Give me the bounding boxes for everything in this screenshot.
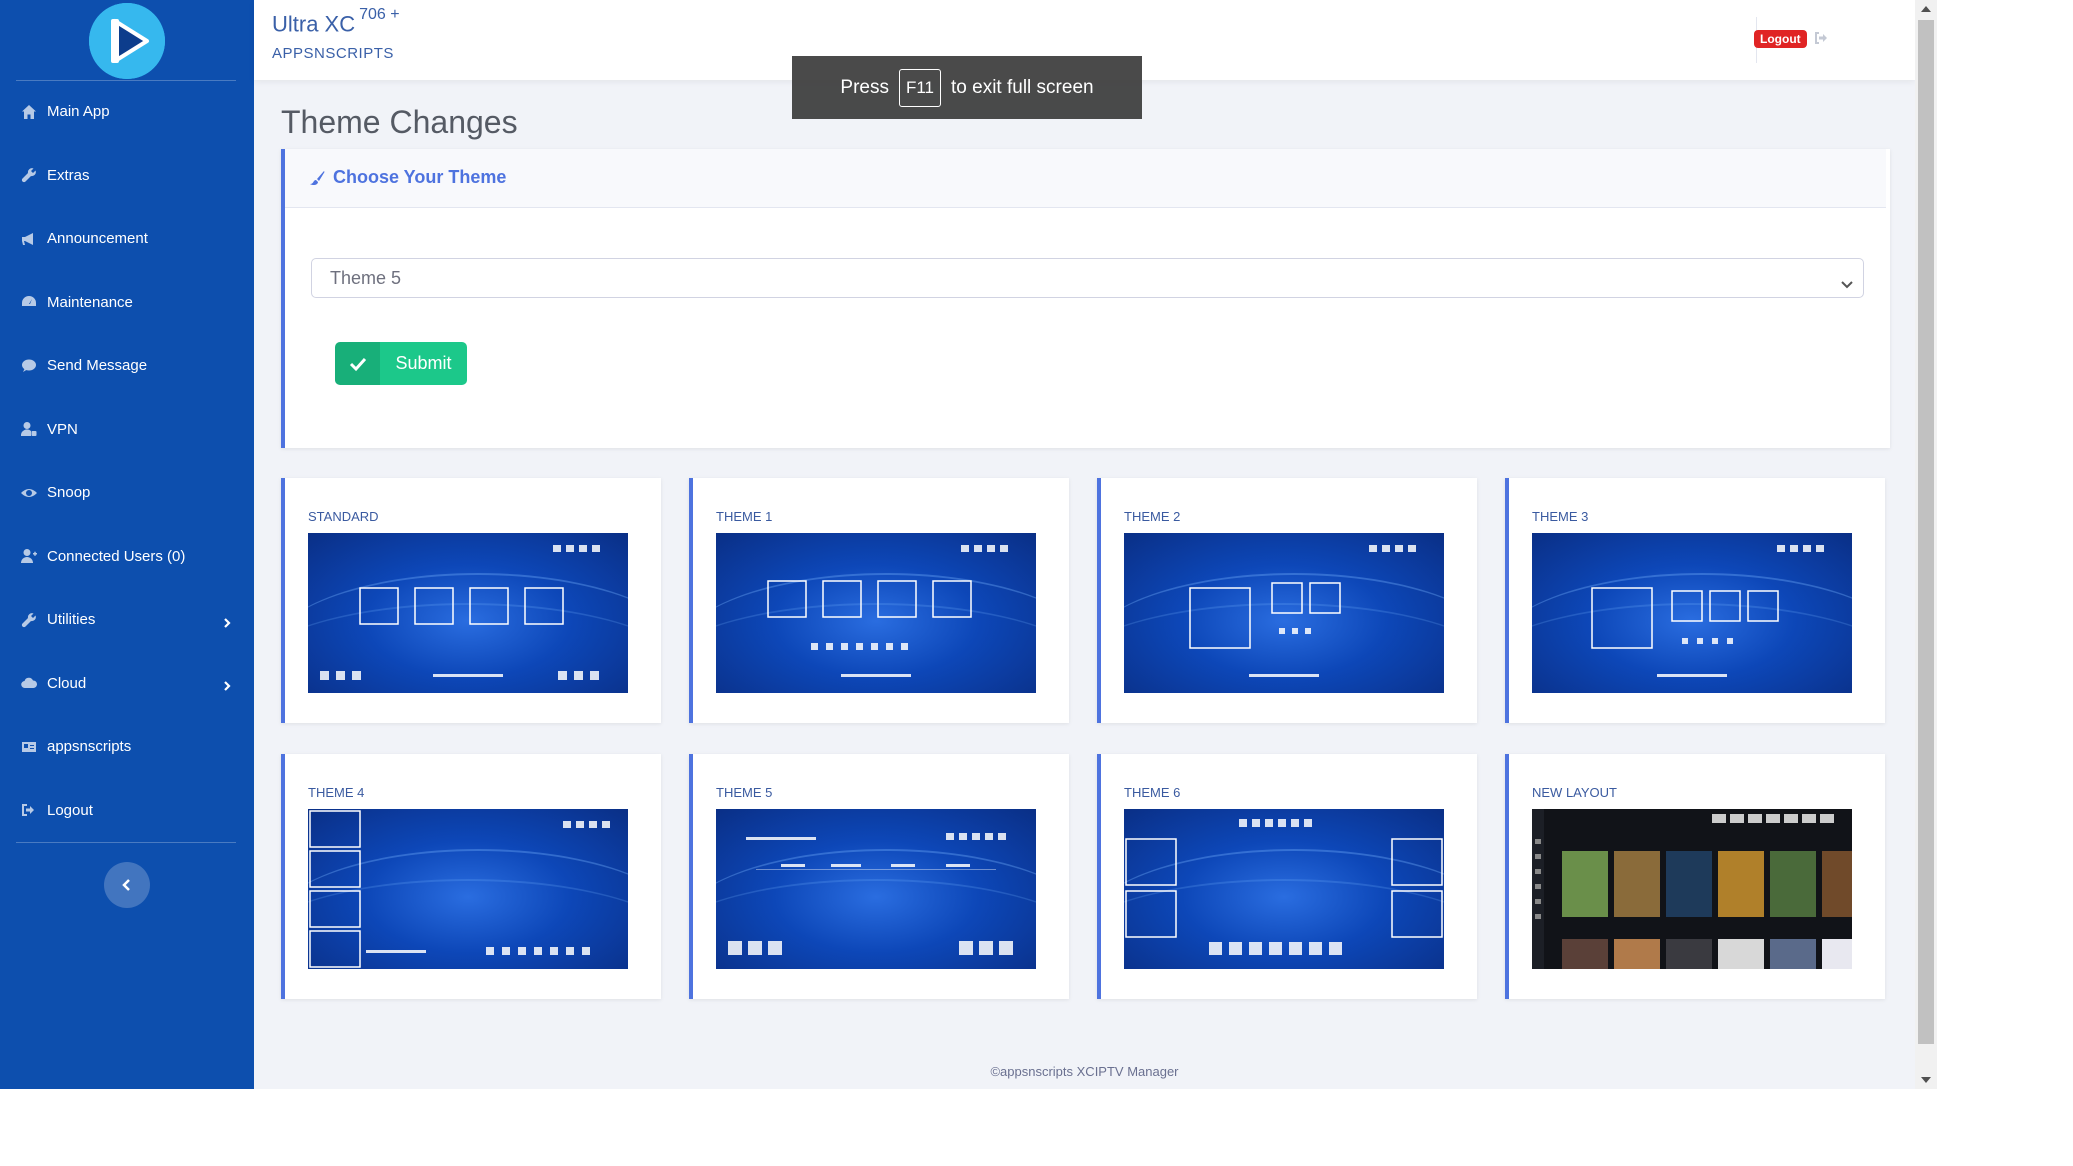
theme-name: THEME 1 — [716, 509, 773, 524]
wrench-icon — [20, 166, 38, 184]
play-logo-icon — [89, 3, 165, 79]
theme-name: STANDARD — [308, 509, 379, 524]
user-plus-icon — [20, 547, 38, 565]
sign-out-icon[interactable] — [1814, 31, 1830, 45]
sidebar-item-cloud[interactable]: Cloud — [0, 652, 254, 716]
sidebar-item-extras[interactable]: Extras — [0, 144, 254, 208]
chat-icon — [20, 357, 38, 375]
sidebar-item-label: Send Message — [47, 357, 148, 375]
sidebar-item-label: Announcement — [47, 230, 148, 248]
card-header: Choose Your Theme — [285, 149, 1886, 208]
gauge-icon — [20, 293, 38, 311]
theme-preview-image — [1124, 533, 1444, 693]
theme-preview-image — [1532, 809, 1852, 969]
card-title-text: Choose Your Theme — [333, 167, 507, 187]
fullscreen-notice-press: Press — [840, 76, 889, 98]
sidebar-divider — [16, 842, 236, 843]
scrollbar-thumb[interactable] — [1918, 20, 1934, 1044]
sidebar-item-main-app[interactable]: Main App — [0, 80, 254, 144]
theme-preview-image — [716, 809, 1036, 969]
theme-card-standard[interactable]: STANDARD — [281, 478, 661, 723]
theme-name: NEW LAYOUT — [1532, 785, 1617, 800]
sidebar-item-label: Logout — [47, 801, 93, 819]
theme-name: THEME 5 — [716, 785, 773, 800]
fullscreen-notice-key: F11 — [898, 68, 942, 107]
theme-name: THEME 6 — [1124, 785, 1181, 800]
app-name: Ultra XC — [272, 11, 356, 37]
scroll-down-arrow-icon[interactable] — [1921, 1077, 1931, 1083]
sidebar-item-announcement[interactable]: Announcement — [0, 207, 254, 271]
id-card-icon — [20, 738, 38, 756]
theme-card-theme-2[interactable]: THEME 2 — [1097, 478, 1477, 723]
chevron-down-icon — [1841, 274, 1853, 289]
theme-card-theme-3[interactable]: THEME 3 — [1505, 478, 1885, 723]
check-icon — [335, 342, 380, 385]
sidebar-item-label: Utilities — [47, 611, 96, 629]
chevron-right-icon — [222, 615, 232, 628]
app-title: Ultra XC 706 + — [272, 6, 400, 37]
theme-name: THEME 3 — [1532, 509, 1589, 524]
theme-card-theme-5[interactable]: THEME 5 — [689, 754, 1069, 999]
theme-preview-image — [716, 533, 1036, 693]
sidebar-item-label: Extras — [47, 166, 90, 184]
sidebar-item-appsnscripts[interactable]: appsnscripts — [0, 715, 254, 779]
home-icon — [20, 103, 38, 121]
sidebar-item-connected-users[interactable]: Connected Users (0) — [0, 525, 254, 589]
sidebar-item-vpn[interactable]: VPN — [0, 398, 254, 462]
chevron-right-icon — [222, 678, 232, 692]
sidebar-item-maintenance[interactable]: Maintenance — [0, 271, 254, 335]
theme-preview-image — [308, 533, 628, 693]
theme-card-theme-6[interactable]: THEME 6 — [1097, 754, 1477, 999]
wrench-icon — [20, 611, 38, 629]
theme-name: THEME 2 — [1124, 509, 1181, 524]
brand-logo[interactable] — [89, 3, 165, 79]
sidebar-item-label: Cloud — [47, 674, 87, 692]
theme-card-theme-4[interactable]: THEME 4 — [281, 754, 661, 999]
sidebar-item-utilities[interactable]: Utilities — [0, 588, 254, 652]
footer-copyright: ©appsnscripts XCIPTV Manager — [990, 1064, 1179, 1079]
sidebar-item-label: Main App — [47, 103, 110, 121]
sidebar-item-logout[interactable]: Logout — [0, 779, 254, 843]
theme-preview-image — [1532, 533, 1852, 693]
sidebar-item-label: Connected Users (0) — [47, 547, 186, 565]
sign-out-icon — [20, 801, 38, 819]
page-scrollbar[interactable] — [1915, 0, 1937, 1089]
app-version: 706 + — [359, 6, 400, 23]
theme-name: THEME 4 — [308, 785, 365, 800]
paint-brush-icon — [310, 170, 325, 185]
theme-preview-image — [308, 809, 628, 969]
theme-card-theme-1[interactable]: THEME 1 — [689, 478, 1069, 723]
eye-icon — [20, 484, 38, 502]
sidebar: Main App Extras Announcement Maintenance… — [0, 0, 254, 1089]
theme-select-value: Theme 5 — [330, 267, 402, 288]
logout-badge-button[interactable]: Logout — [1754, 30, 1807, 48]
chevron-left-icon — [122, 879, 130, 891]
sidebar-item-label: appsnscripts — [47, 738, 132, 756]
sidebar-nav: Main App Extras Announcement Maintenance… — [0, 80, 254, 842]
app-window: Main App Extras Announcement Maintenance… — [0, 0, 1937, 1089]
sidebar-item-label: VPN — [47, 420, 78, 438]
theme-select[interactable]: Theme 5 — [311, 258, 1864, 298]
submit-label: Submit — [395, 353, 452, 373]
theme-selector-card: Choose Your Theme Theme 5 Submit — [281, 149, 1890, 448]
megaphone-icon — [20, 230, 38, 248]
sidebar-item-snoop[interactable]: Snoop — [0, 461, 254, 525]
submit-button[interactable]: Submit — [335, 342, 467, 385]
page-title: Theme Changes — [281, 104, 518, 140]
sidebar-item-send-message[interactable]: Send Message — [0, 334, 254, 398]
user-lock-icon — [20, 420, 38, 438]
sidebar-item-label: Maintenance — [47, 293, 133, 311]
app-subtitle: APPSNSCRIPTS — [272, 45, 394, 62]
sidebar-toggle-button[interactable] — [104, 862, 150, 908]
card-title: Choose Your Theme — [309, 167, 506, 188]
fullscreen-notice: Press F11 to exit full screen — [792, 56, 1142, 119]
theme-preview-image — [1124, 809, 1444, 969]
scroll-up-arrow-icon[interactable] — [1921, 6, 1931, 12]
cloud-icon — [20, 674, 38, 692]
fullscreen-notice-message: to exit full screen — [951, 76, 1094, 98]
theme-card-new-layout[interactable]: NEW LAYOUT — [1505, 754, 1885, 999]
sidebar-item-label: Snoop — [47, 484, 91, 502]
